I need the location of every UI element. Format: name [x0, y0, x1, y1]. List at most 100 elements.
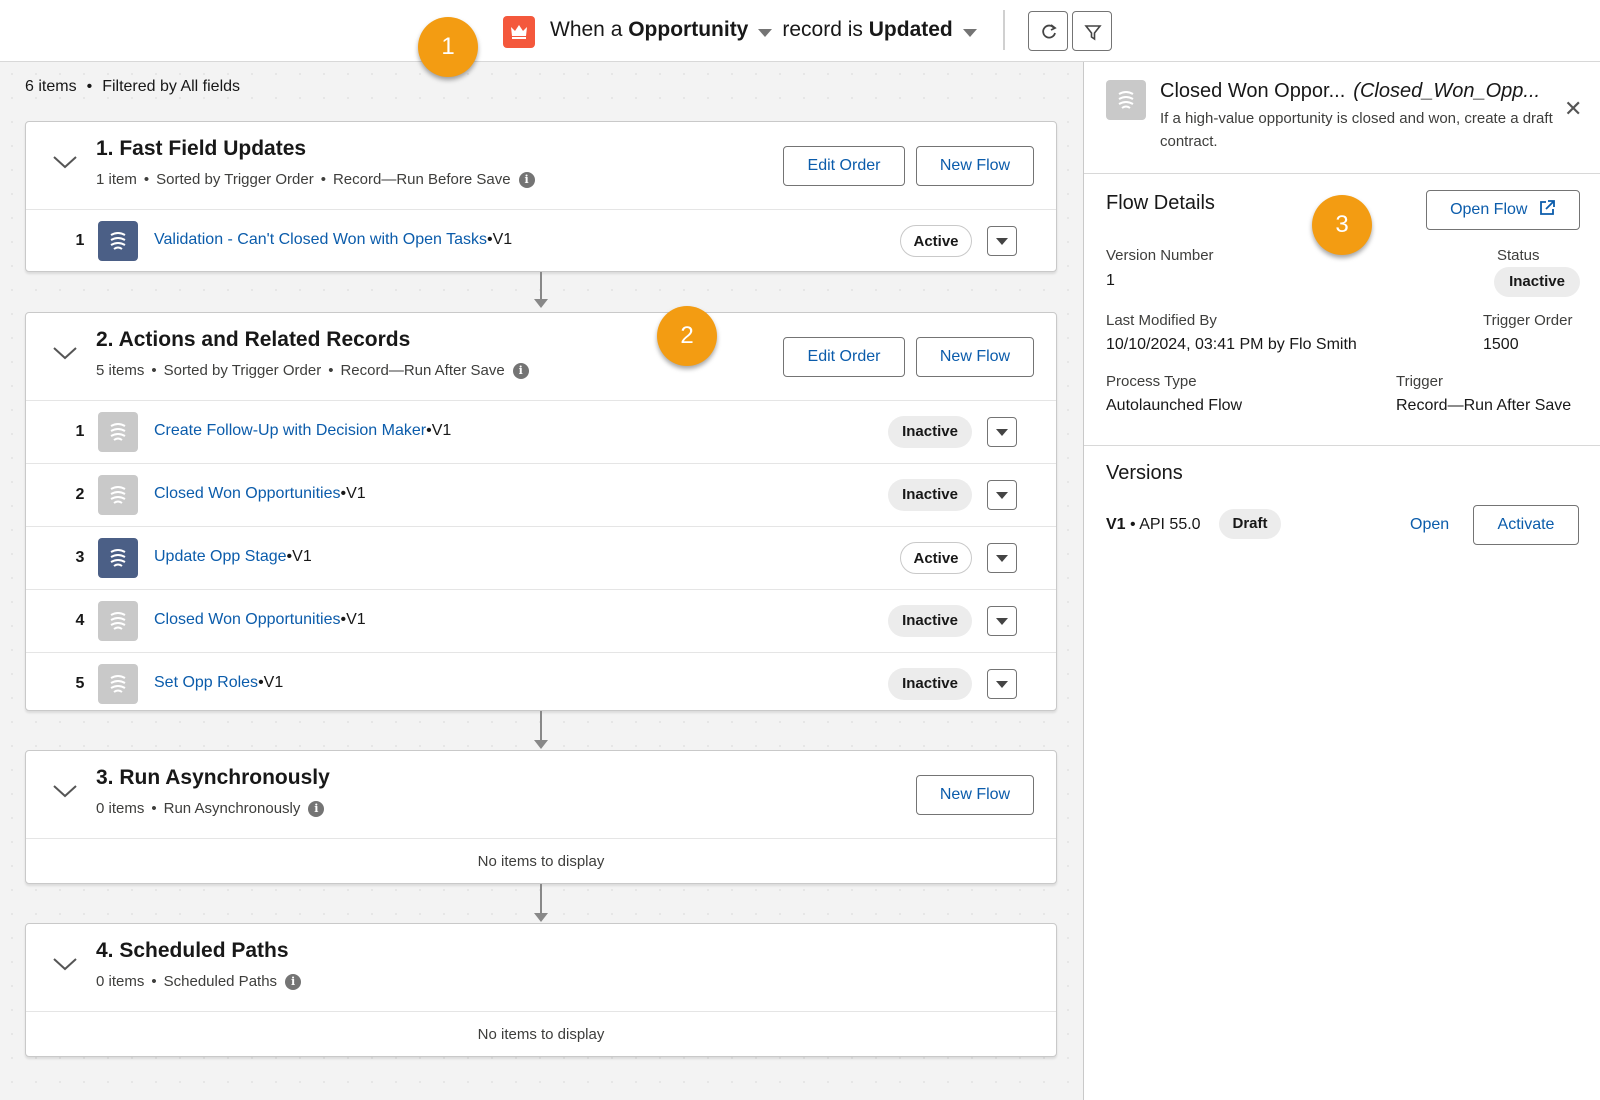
row-number: 4 — [75, 612, 85, 629]
flow-link[interactable]: Update Opp Stage — [154, 548, 287, 565]
info-icon[interactable]: i — [518, 171, 535, 188]
object-chevron-down-icon[interactable] — [758, 29, 773, 37]
flow-icon — [98, 475, 138, 515]
chevron-down-icon[interactable] — [52, 345, 78, 361]
flow-icon — [98, 412, 138, 452]
table-row: 3 Update Opp Stage•V1 Active — [26, 527, 1056, 590]
version-number-label: Version Number — [1106, 247, 1214, 264]
chevron-down-icon[interactable] — [52, 783, 78, 799]
row-actions-button[interactable] — [987, 543, 1017, 573]
flow-icon — [98, 221, 138, 261]
open-version-link[interactable]: Open — [1410, 516, 1449, 534]
trigger-header: When a Opportunity record is Updated — [0, 0, 1600, 62]
chevron-down-icon[interactable] — [52, 154, 78, 170]
callout-2: 2 — [657, 306, 717, 366]
event-picker[interactable]: Updated — [869, 18, 953, 42]
table-row: 1 Create Follow-Up with Decision Maker•V… — [26, 401, 1056, 464]
section-fast-field-updates: 1. Fast Field Updates 1 item • Sorted by T… — [25, 121, 1057, 272]
info-icon[interactable]: i — [308, 800, 325, 817]
arrow-down-icon — [534, 913, 548, 922]
edit-order-button[interactable]: Edit Order — [783, 146, 905, 186]
flow-link[interactable]: Closed Won Opportunities — [154, 485, 340, 502]
flow-icon — [98, 664, 138, 704]
new-flow-button[interactable]: New Flow — [916, 337, 1034, 377]
section-subtitle: 1 item • Sorted by Trigger Order • Record—Ru… — [96, 171, 535, 188]
event-chevron-down-icon[interactable] — [962, 29, 977, 37]
status-label: Status — [1497, 247, 1540, 264]
status-badge: Inactive — [1494, 267, 1580, 297]
trigger-label: Trigger — [1396, 373, 1443, 390]
refresh-button[interactable] — [1028, 11, 1068, 51]
flow-link[interactable]: Validation - Can't Closed Won with Open … — [154, 231, 487, 248]
section-header: 3. Run Asynchronously 0 items • Run Asynch… — [26, 751, 1056, 839]
activate-button[interactable]: Activate — [1473, 505, 1579, 545]
section-subtitle: 5 items • Sorted by Trigger Order • Record—R… — [96, 362, 529, 379]
connector-line — [540, 884, 542, 916]
trigger-value: Record—Run After Save — [1396, 397, 1572, 414]
section-header: 4. Scheduled Paths 0 items • Scheduled Pat… — [26, 924, 1056, 1012]
row-number: 5 — [75, 675, 85, 692]
row-actions-button[interactable] — [987, 480, 1017, 510]
empty-message: No items to display — [477, 1026, 605, 1043]
process-type-value: Autolaunched Flow — [1106, 397, 1243, 414]
chevron-down-icon[interactable] — [52, 956, 78, 972]
flow-version: •V1 — [340, 485, 366, 502]
info-icon[interactable]: i — [285, 973, 302, 990]
section-header: 2. Actions and Related Records 5 items • S… — [26, 313, 1056, 401]
info-icon[interactable]: i — [512, 362, 529, 379]
table-row: 2 Closed Won Opportunities•V1 Inactive — [26, 464, 1056, 527]
flow-trigger-list: 6 items • Filtered by All fields 1. Fast F… — [0, 62, 1083, 1100]
version-status-badge: Draft — [1219, 509, 1281, 539]
new-flow-button[interactable]: New Flow — [916, 775, 1034, 815]
filter-button[interactable] — [1072, 11, 1112, 51]
section-subtitle: 0 items • Run Asynchronously i — [96, 800, 325, 817]
process-type-label: Process Type — [1106, 373, 1197, 390]
status-badge: Inactive — [888, 479, 972, 511]
external-link-icon — [1540, 200, 1555, 215]
caret-down-icon — [996, 492, 1008, 499]
versions-heading: Versions — [1106, 462, 1183, 484]
row-number: 1 — [75, 232, 85, 249]
flow-description: If a high-value opportunity is closed an… — [1160, 110, 1553, 150]
caret-down-icon — [996, 555, 1008, 562]
panel-divider — [1084, 445, 1600, 446]
section-title: 2. Actions and Related Records — [96, 328, 411, 351]
flow-icon — [98, 538, 138, 578]
arrow-down-icon — [534, 299, 548, 308]
flow-link[interactable]: Closed Won Opportunities — [154, 611, 340, 628]
empty-message: No items to display — [477, 853, 605, 870]
flow-link[interactable]: Set Opp Roles — [154, 674, 258, 691]
status-badge: Inactive — [888, 605, 972, 637]
refresh-icon — [1042, 24, 1057, 39]
connector-line — [540, 272, 542, 302]
item-count: 6 items — [25, 78, 77, 95]
row-actions-button[interactable] — [987, 226, 1017, 256]
flow-version: •V1 — [286, 548, 312, 565]
table-row: 4 Closed Won Opportunities•V1 Inactive — [26, 590, 1056, 653]
trigger-selector: When a Opportunity record is Updated — [550, 18, 987, 42]
row-actions-button[interactable] — [987, 417, 1017, 447]
object-picker[interactable]: Opportunity — [628, 18, 748, 42]
status-badge: Active — [900, 542, 972, 574]
flow-link[interactable]: Create Follow-Up with Decision Maker — [154, 422, 426, 439]
callout-1: 1 — [418, 17, 478, 77]
last-modified-label: Last Modified By — [1106, 312, 1217, 329]
status-badge: Active — [900, 225, 972, 257]
flow-version: •V1 — [487, 231, 513, 248]
filter-text: Filtered by All fields — [102, 78, 241, 95]
section-scheduled-paths: 4. Scheduled Paths 0 items • Scheduled Pat… — [25, 923, 1057, 1057]
trigger-middle: record is — [782, 18, 863, 41]
edit-order-button[interactable]: Edit Order — [783, 337, 905, 377]
record-trigger-icon — [503, 16, 535, 48]
close-icon[interactable]: ✕ — [1564, 96, 1582, 122]
table-row: 5 Set Opp Roles•V1 Inactive — [26, 653, 1056, 716]
row-actions-button[interactable] — [987, 606, 1017, 636]
row-actions-button[interactable] — [987, 669, 1017, 699]
open-flow-button[interactable]: Open Flow — [1426, 190, 1580, 230]
caret-down-icon — [996, 429, 1008, 436]
status-badge: Inactive — [888, 416, 972, 448]
section-title: 3. Run Asynchronously — [96, 766, 330, 789]
section-title: 1. Fast Field Updates — [96, 137, 307, 160]
new-flow-button[interactable]: New Flow — [916, 146, 1034, 186]
panel-title: Closed Won Oppor... (Closed_Won_Opp... — [1160, 80, 1541, 102]
